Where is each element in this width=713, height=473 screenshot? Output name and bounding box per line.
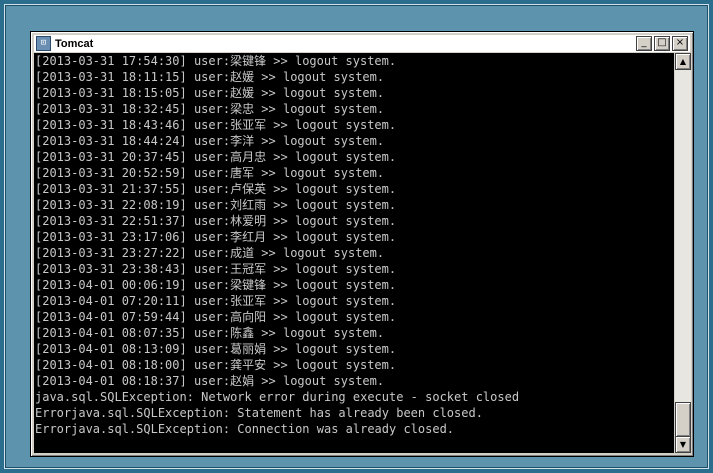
window-title: Tomcat — [55, 37, 94, 50]
console-line: [2013-04-01 08:13:09] user:葛丽娟 >> logout… — [35, 342, 397, 356]
console-line: [2013-03-31 21:37:55] user:卢保英 >> logout… — [35, 182, 397, 196]
console-line: Errorjava.sql.SQLException: Statement ha… — [35, 406, 483, 420]
console-line: [2013-03-31 22:51:37] user:林爱明 >> logout… — [35, 214, 397, 228]
console-line: [2013-04-01 08:18:37] user:赵娟 >> logout … — [35, 374, 385, 388]
console-line: [2013-03-31 18:15:05] user:赵媛 >> logout … — [35, 86, 385, 100]
console-line: [2013-04-01 00:06:19] user:梁键锋 >> logout… — [35, 278, 397, 292]
console-line: [2013-04-01 07:59:44] user:高向阳 >> logout… — [35, 310, 397, 324]
console-line: [2013-03-31 23:27:22] user:成道 >> logout … — [35, 246, 385, 260]
console-app-icon: ⊡ — [36, 36, 51, 51]
minimize-button[interactable]: _ — [636, 36, 652, 51]
console-line: [2013-03-31 18:43:46] user:张亚军 >> logout… — [35, 118, 397, 132]
scrollbar-thumb[interactable] — [675, 402, 691, 437]
maximize-button[interactable]: □ — [654, 36, 670, 51]
console-line: [2013-03-31 18:32:45] user:梁忠 >> logout … — [35, 102, 385, 116]
console-line: [2013-03-31 22:08:19] user:刘红雨 >> logout… — [35, 198, 397, 212]
console-line: [2013-03-31 17:54:30] user:梁键锋 >> logout… — [35, 54, 397, 68]
tomcat-console-window: ⊡ Tomcat _ □ × [2013-03-31 17:54:30] use… — [30, 31, 694, 457]
console-line: [2013-03-31 20:37:45] user:高月忠 >> logout… — [35, 150, 397, 164]
console-line: [2013-04-01 08:07:35] user:陈鑫 >> logout … — [35, 326, 385, 340]
console-line: [2013-04-01 08:18:00] user:龚平安 >> logout… — [35, 358, 397, 372]
console-line: [2013-04-01 07:20:11] user:张亚军 >> logout… — [35, 294, 397, 308]
console-line: [2013-03-31 23:38:43] user:王冠军 >> logout… — [35, 262, 397, 276]
console-line: java.sql.SQLException: Network error dur… — [35, 390, 520, 404]
scroll-down-button[interactable]: ▼ — [675, 436, 691, 453]
close-button[interactable]: × — [672, 36, 688, 51]
console-output[interactable]: [2013-03-31 17:54:30] user:梁键锋 >> logout… — [34, 53, 674, 453]
title-bar[interactable]: ⊡ Tomcat _ □ × — [34, 35, 690, 52]
console-line: [2013-03-31 23:17:06] user:李红月 >> logout… — [35, 230, 397, 244]
vertical-scrollbar[interactable]: ▲ ▼ — [675, 53, 691, 453]
console-line: [2013-03-31 18:44:24] user:李洋 >> logout … — [35, 134, 385, 148]
console-line: Errorjava.sql.SQLException: Connection w… — [35, 422, 455, 436]
window-controls: _ □ × — [636, 36, 688, 51]
scroll-up-button[interactable]: ▲ — [675, 53, 691, 70]
console-line: [2013-03-31 20:52:59] user:唐军 >> logout … — [35, 166, 385, 180]
console-line: [2013-03-31 18:11:15] user:赵媛 >> logout … — [35, 70, 385, 84]
